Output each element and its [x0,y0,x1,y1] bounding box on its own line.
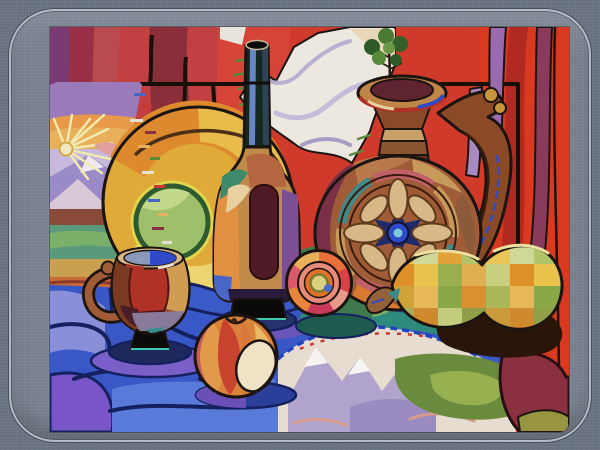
sun-disc [60,143,73,156]
still-life-painting [50,27,569,432]
slide-background [0,0,600,450]
painting-container [50,27,569,432]
